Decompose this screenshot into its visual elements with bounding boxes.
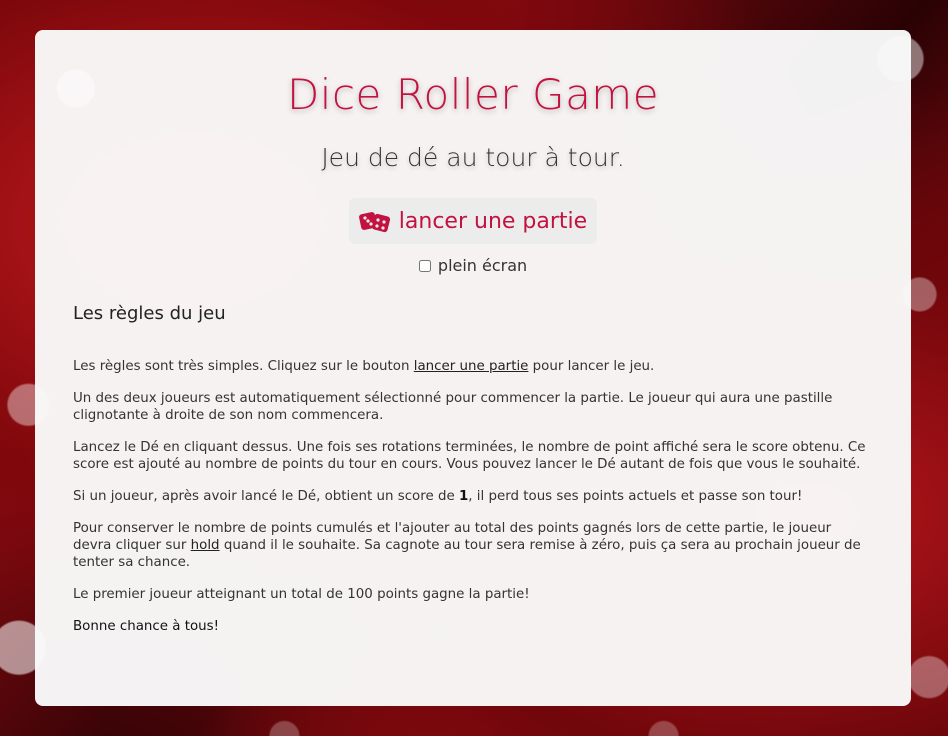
- start-game-button[interactable]: lancer une partie: [348, 198, 598, 244]
- rules-section: Les règles sont très simples. Cliquez su…: [73, 358, 873, 635]
- rules-heading: Les règles du jeu: [73, 303, 226, 324]
- start-game-label: lancer une partie: [398, 208, 588, 234]
- rules-paragraph-3: Lancez le Dé en cliquant dessus. Une foi…: [73, 440, 866, 472]
- fullscreen-label[interactable]: plein écran: [438, 256, 527, 275]
- main-card: Dice Roller Game Jeu de dé au tour à tou…: [35, 30, 911, 706]
- rules-paragraph-1: Les règles sont très simples. Cliquez su…: [73, 358, 873, 375]
- page-subtitle: Jeu de dé au tour à tour.: [321, 143, 625, 172]
- rules-paragraph-4: Si un joueur, après avoir lancé le Dé, o…: [73, 488, 873, 505]
- start-game-link[interactable]: lancer une partie: [414, 359, 529, 374]
- rules-paragraph-6: Le premier joueur atteignant un total de…: [73, 587, 530, 602]
- rules-paragraph-2: Un des deux joueurs est automatiquement …: [73, 391, 833, 423]
- rules-closing: Bonne chance à tous!: [73, 619, 219, 634]
- score-one: 1: [458, 489, 469, 504]
- rules-text: pour lancer le jeu.: [528, 359, 655, 374]
- rules-paragraph-5: Pour conserver le nombre de points cumul…: [73, 520, 873, 571]
- start-button-wrapper: lancer une partie: [73, 198, 873, 244]
- hold-link[interactable]: hold: [191, 538, 220, 553]
- fullscreen-row: plein écran: [73, 256, 873, 275]
- fullscreen-checkbox[interactable]: [418, 260, 431, 272]
- rules-text: , il perd tous ses points actuels et pas…: [468, 489, 803, 504]
- rules-text: Si un joueur, après avoir lancé le Dé, o…: [73, 489, 459, 504]
- page-title: Dice Roller Game: [286, 70, 660, 119]
- dice-icon: [358, 208, 391, 234]
- rules-text: Les règles sont très simples. Cliquez su…: [73, 359, 414, 374]
